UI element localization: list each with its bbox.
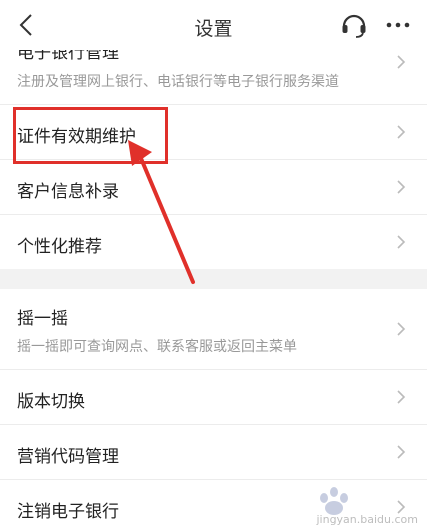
settings-item-label: 个性化推荐	[17, 237, 102, 257]
section-divider	[0, 269, 427, 289]
watermark-text: jingyan.baidu.com	[316, 513, 418, 526]
settings-item-label: 营销代码管理	[17, 447, 119, 467]
top-nav-bar: 设置	[0, 0, 427, 50]
settings-item-personalized-recommend[interactable]: 个性化推荐	[0, 215, 427, 269]
more-dots-icon[interactable]	[384, 15, 412, 35]
settings-item-label: 客户信息补录	[17, 182, 119, 202]
watermark: jingyan.baidu.com	[304, 478, 422, 528]
settings-item-customer-info[interactable]: 客户信息补录	[0, 160, 427, 215]
highlight-box	[13, 107, 168, 164]
settings-item-subtitle: 摇一摇即可查询网点、联系客服或返回主菜单	[17, 339, 297, 355]
chevron-right-icon	[397, 445, 406, 459]
chevron-right-icon	[397, 235, 406, 249]
settings-item-shake[interactable]: 摇一摇 摇一摇即可查询网点、联系客服或返回主菜单	[0, 289, 427, 370]
settings-item-label: 注销电子银行	[17, 502, 119, 522]
chevron-right-icon	[397, 322, 406, 336]
chevron-right-icon	[397, 390, 406, 404]
chevron-right-icon	[397, 55, 406, 69]
headset-icon[interactable]	[340, 11, 368, 39]
settings-item-marketing-code[interactable]: 营销代码管理	[0, 425, 427, 480]
settings-item-label: 版本切换	[17, 392, 85, 412]
settings-item-subtitle: 注册及管理网上银行、电话银行等电子银行服务渠道	[17, 74, 339, 90]
settings-item-version-switch[interactable]: 版本切换	[0, 370, 427, 425]
chevron-right-icon	[397, 125, 406, 139]
settings-item-label: 摇一摇	[17, 309, 68, 329]
chevron-right-icon	[397, 180, 406, 194]
